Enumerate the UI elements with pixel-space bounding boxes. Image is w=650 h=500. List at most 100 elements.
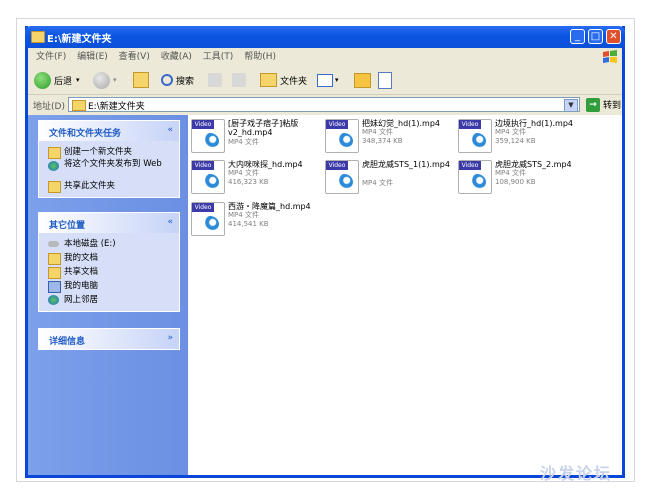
file-item[interactable]: Video 虎胆龙威STS_2.mp4 MP4 文件 108,900 KB (458, 160, 583, 198)
file-item[interactable]: Video [厨子戏子痞子]粘版v2_hd.mp4 MP4 文件 (191, 119, 316, 157)
forward-arrow-icon (93, 71, 110, 89)
favorites-folder-icon (354, 72, 371, 88)
window-title: E:\新建文件夹 (47, 34, 112, 45)
task-new-folder[interactable]: 创建一个新文件夹 (39, 145, 179, 159)
document-button[interactable] (378, 70, 392, 90)
menu-favorites[interactable]: 收藏(A) (161, 48, 192, 66)
place-label: 我的文档 (64, 253, 99, 263)
chevron-down-icon: ▾ (113, 76, 117, 84)
task-share-folder[interactable]: 共享此文件夹 (39, 179, 179, 193)
copy-to-icon (232, 73, 246, 87)
file-type: MP4 文件 (362, 179, 393, 187)
file-type: MP4 文件 (228, 138, 259, 146)
go-button[interactable]: → 转到 (583, 97, 621, 112)
address-dropdown-button[interactable]: ▼ (564, 99, 578, 112)
file-item[interactable]: Video 虎胆龙威STS_1(1).mp4 MP4 文件 (325, 160, 450, 198)
file-size: 359,124 KB (495, 137, 536, 145)
toolbar: 后退 ▾ ▾ 搜索 文件夹 ▾ (28, 66, 622, 95)
address-bar: 地址(D) E:\新建文件夹 ▼ → 转到 (28, 95, 622, 116)
file-type: MP4 文件 (495, 128, 526, 136)
panel-title: 其它位置 (49, 221, 86, 231)
place-label: 网上邻居 (64, 295, 99, 305)
chevron-down-icon: ▾ (76, 76, 80, 84)
file-size: 348,374 KB (362, 137, 403, 145)
back-arrow-icon (34, 71, 51, 89)
forum-watermark: 沙发论坛 (540, 464, 613, 483)
documents-folder-icon (48, 253, 61, 265)
menu-help[interactable]: 帮助(H) (244, 48, 276, 66)
video-file-icon: Video (458, 160, 492, 194)
panel-title: 文件和文件夹任务 (49, 129, 122, 139)
details-panel: 详细信息 » (38, 328, 180, 350)
address-label: 地址(D) (33, 102, 65, 112)
file-type: MP4 文件 (228, 169, 259, 177)
video-file-icon: Video (458, 119, 492, 153)
search-button[interactable]: 搜索 (161, 70, 194, 90)
video-file-icon: Video (191, 160, 225, 194)
menu-tools[interactable]: 工具(T) (203, 48, 234, 66)
file-item[interactable]: Video 把妹幻觉_hd(1).mp4 MP4 文件 348,374 KB (325, 119, 450, 157)
windows-logo-icon (603, 50, 617, 63)
video-file-icon: Video (191, 202, 225, 236)
disabled-copy-button (232, 70, 246, 90)
video-file-icon: Video (191, 119, 225, 153)
computer-icon (48, 281, 61, 293)
maximize-button[interactable]: □ (588, 29, 603, 44)
go-arrow-icon: → (586, 97, 600, 112)
folder-icon (72, 100, 86, 111)
expand-icon[interactable]: » (167, 333, 173, 343)
panel-header[interactable]: 文件和文件夹任务 « (39, 121, 179, 141)
drive-icon (48, 241, 59, 247)
back-button[interactable]: 后退 ▾ (34, 70, 80, 90)
collapse-icon[interactable]: « (167, 217, 173, 227)
forward-button[interactable]: ▾ (93, 70, 117, 90)
minimize-button[interactable]: _ (570, 29, 585, 44)
close-button[interactable]: ✕ (606, 29, 621, 44)
menu-file[interactable]: 文件(F) (36, 48, 66, 66)
file-item[interactable]: Video 边境执行_hd(1).mp4 MP4 文件 359,124 KB (458, 119, 583, 157)
folders-button[interactable]: 文件夹 (260, 70, 307, 90)
file-item[interactable]: Video 西游・降魔篇_hd.mp4 MP4 文件 414,541 KB (191, 202, 316, 240)
menu-edit[interactable]: 编辑(E) (77, 48, 108, 66)
go-label: 转到 (603, 101, 622, 111)
task-publish-web[interactable]: 将这个文件夹发布到 Web (39, 159, 179, 179)
title-bar[interactable]: E:\新建文件夹 _ □ ✕ (25, 26, 625, 48)
place-local-disk[interactable]: 本地磁盘 (E:) (39, 237, 179, 251)
chevron-down-icon: ▾ (335, 76, 339, 84)
file-size: 416,323 KB (228, 178, 269, 186)
task-label: 共享此文件夹 (64, 181, 116, 191)
other-places-panel: 其它位置 « 本地磁盘 (E:) 我的文档 共享文档 我的电脑 网上邻居 (38, 212, 180, 312)
panel-header[interactable]: 其它位置 « (39, 213, 179, 233)
file-folder-tasks-panel: 文件和文件夹任务 « 创建一个新文件夹 将这个文件夹发布到 Web 共享此文件夹 (38, 120, 180, 198)
collapse-icon[interactable]: « (167, 125, 173, 135)
views-button[interactable]: ▾ (317, 70, 339, 90)
file-size: 108,900 KB (495, 178, 536, 186)
place-network[interactable]: 网上邻居 (39, 293, 179, 307)
address-input[interactable]: E:\新建文件夹 ▼ (68, 97, 580, 112)
address-path: E:\新建文件夹 (88, 102, 145, 112)
file-type: MP4 文件 (362, 128, 393, 136)
place-label: 共享文档 (64, 267, 99, 277)
place-label: 本地磁盘 (E:) (64, 239, 116, 249)
task-label: 将这个文件夹发布到 Web (64, 159, 162, 169)
task-label: 创建一个新文件夹 (64, 147, 133, 157)
favorites-folder-button[interactable] (354, 70, 371, 90)
search-label: 搜索 (176, 76, 195, 87)
move-to-icon (208, 73, 222, 87)
up-folder-button[interactable] (133, 70, 149, 90)
file-type: MP4 文件 (495, 169, 526, 177)
menu-bar: 文件(F) 编辑(E) 查看(V) 收藏(A) 工具(T) 帮助(H) (28, 48, 622, 67)
place-my-computer[interactable]: 我的电脑 (39, 279, 179, 293)
share-folder-icon (48, 181, 61, 193)
file-name: [厨子戏子痞子]粘版v2_hd.mp4 (228, 119, 299, 137)
disabled-move-button (208, 70, 222, 90)
place-shared-documents[interactable]: 共享文档 (39, 265, 179, 279)
file-size: 414,541 KB (228, 220, 269, 228)
menu-view[interactable]: 查看(V) (119, 48, 150, 66)
panel-header[interactable]: 详细信息 » (39, 329, 179, 349)
folders-icon (260, 73, 277, 87)
file-item[interactable]: Video 大内咪咪探_hd.mp4 MP4 文件 416,323 KB (191, 160, 316, 198)
place-my-documents[interactable]: 我的文档 (39, 251, 179, 265)
views-icon (317, 73, 333, 87)
new-folder-icon (48, 147, 61, 159)
